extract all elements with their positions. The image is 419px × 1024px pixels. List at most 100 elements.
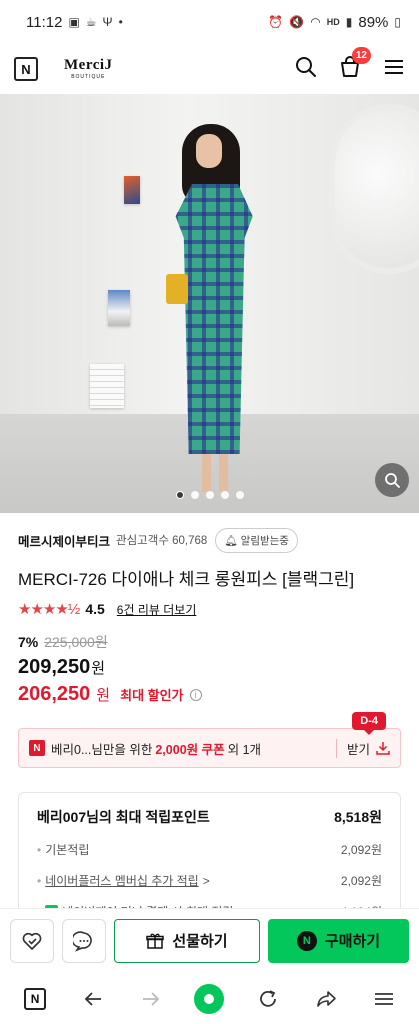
- top-navigation: N MerciJ BOUTIQUE 12: [0, 44, 419, 94]
- hd-icon: HD: [326, 17, 340, 27]
- brand-subtitle: BOUTIQUE: [71, 74, 106, 80]
- star-rating-icon: ★★★★½: [18, 601, 80, 618]
- notification-dot: •: [118, 15, 123, 29]
- sale-price: 209,250: [18, 656, 91, 678]
- chevron-right-icon: >: [202, 873, 210, 888]
- coupon-text-prefix: 베리0...님만을 위한: [51, 742, 153, 757]
- points-row-label: 네이버플러스 멤버십 추가 적립: [45, 874, 199, 888]
- browser-home-button[interactable]: N: [18, 982, 52, 1016]
- search-icon[interactable]: [295, 56, 317, 83]
- naver-pay-icon: N: [296, 930, 317, 951]
- max-discount-label: 최대 할인가: [120, 688, 184, 703]
- talk-button[interactable]: [62, 918, 106, 963]
- mute-icon: 🔇: [289, 15, 305, 29]
- browser-menu-button[interactable]: [367, 982, 401, 1016]
- photo-postcard: [90, 364, 124, 408]
- model-legs: [200, 454, 230, 494]
- naver-home-button[interactable]: N: [14, 57, 38, 81]
- favorite-customers-count: 60,768: [172, 535, 208, 547]
- points-header: 베리007님의 최대 적립포인트 8,518원: [37, 807, 382, 827]
- favorite-customers-label: 관심고객수: [116, 535, 169, 547]
- purchase-action-bar: 선물하기 N 구매하기: [0, 908, 419, 972]
- coupon-banner[interactable]: D-4 N 베리0...님만을 위한 2,000원 쿠폰 외 1개 받기: [18, 712, 401, 768]
- coffee-notification-icon: ☕: [85, 15, 97, 29]
- sale-price-row: 209,250 원: [0, 652, 419, 679]
- menu-icon[interactable]: [383, 56, 405, 83]
- gift-button[interactable]: 선물하기: [114, 918, 260, 963]
- cart-button[interactable]: 12: [339, 46, 371, 83]
- model-face: [196, 134, 222, 168]
- browser-toolbar: N: [0, 974, 419, 1024]
- dday-badge: D-4: [352, 712, 386, 735]
- bullet-icon: •: [37, 842, 42, 857]
- battery-icon: ▯: [394, 15, 401, 29]
- store-logo[interactable]: MerciJ BOUTIQUE: [64, 58, 113, 80]
- naver-icon: N: [24, 988, 47, 1010]
- photo-postcard: [124, 176, 140, 204]
- refresh-button[interactable]: [251, 982, 285, 1016]
- status-bar: 11:12 ▣ ☕ Ψ • ⏰ 🔇 ◠ HD ▮ 89% ▯: [0, 0, 419, 44]
- points-title: 베리007님의 최대 적립포인트: [37, 809, 210, 825]
- photo-round-mirror: [329, 104, 419, 274]
- favorite-customers: 관심고객수 60,768: [116, 532, 207, 548]
- buy-button[interactable]: N 구매하기: [268, 918, 409, 963]
- check-dress: [175, 184, 253, 454]
- gallery-dot[interactable]: [220, 491, 229, 499]
- discount-percent: 7%: [18, 634, 39, 650]
- points-row: • 네이버플러스 멤버십 추가 적립 > 2,092원: [37, 872, 382, 889]
- gallery-dot[interactable]: [205, 491, 214, 499]
- store-info: 메르시제이부티크 관심고객수 60,768 🔔︎ 알림받는중: [0, 513, 419, 553]
- green-dot-button[interactable]: [192, 982, 226, 1016]
- rating-row: ★★★★½ 4.5 6건 리뷰 더보기: [0, 590, 419, 618]
- points-row-label: 기본적립: [45, 843, 90, 857]
- coupon-receive-label: 받기: [346, 742, 370, 757]
- discount-row: 7% 225,000원: [0, 618, 419, 652]
- alarm-icon: ⏰: [268, 15, 284, 29]
- buy-button-label: 구매하기: [324, 933, 381, 950]
- share-arrow-icon: [316, 991, 336, 1007]
- arrow-right-icon: [143, 992, 160, 1006]
- forward-button[interactable]: [134, 982, 168, 1016]
- gift-icon: [146, 933, 165, 949]
- info-icon[interactable]: i: [189, 688, 202, 701]
- original-price: 225,000원: [44, 634, 108, 650]
- membership-points-link[interactable]: • 네이버플러스 멤버십 추가 적립 >: [37, 872, 210, 889]
- max-discount-row: 206,250 원 최대 할인가 i: [0, 679, 419, 706]
- zoom-icon: [385, 473, 400, 488]
- back-button[interactable]: [76, 982, 110, 1016]
- wifi-icon: ◠: [310, 15, 321, 29]
- gallery-dot[interactable]: [235, 491, 244, 499]
- points-row: • 기본적립 2,092원: [37, 841, 382, 858]
- wishlist-button[interactable]: [10, 918, 54, 963]
- product-title: MERCI-726 다이애나 체크 롱원피스 [블랙그린]: [18, 570, 355, 589]
- coupon-amount: 2,000원 쿠폰: [155, 742, 225, 757]
- heart-check-icon: [22, 932, 42, 950]
- chat-bubble-icon: [73, 930, 92, 952]
- alarm-subscribe-button[interactable]: 🔔︎ 알림받는중: [215, 527, 298, 553]
- refresh-icon: [259, 990, 276, 1007]
- store-name[interactable]: 메르시제이부티크: [18, 531, 110, 550]
- arrow-left-icon: [84, 992, 102, 1006]
- photo-postcard: [108, 290, 130, 326]
- points-total: 8,518원: [334, 809, 382, 825]
- product-image-gallery[interactable]: [0, 94, 419, 513]
- reviews-link[interactable]: 6건 리뷰 더보기: [117, 601, 197, 618]
- zoom-button[interactable]: [375, 463, 409, 497]
- green-dot-icon: [194, 984, 225, 1014]
- gallery-pagination: [0, 491, 419, 499]
- brand-name: MerciJ: [64, 57, 113, 73]
- coupon-receive-button[interactable]: 받기: [335, 738, 390, 758]
- antenna-notification-icon: Ψ: [102, 15, 113, 29]
- gallery-dot[interactable]: [175, 491, 184, 499]
- bullet-icon: •: [37, 873, 42, 888]
- menu-icon: [374, 993, 393, 1005]
- status-time: 11:12: [26, 13, 63, 31]
- yellow-bag: [166, 274, 188, 304]
- gallery-dot[interactable]: [190, 491, 199, 499]
- signal-icon: ▮: [345, 15, 353, 29]
- max-discount-price: 206,250: [18, 683, 91, 705]
- model-figure: [160, 124, 270, 504]
- coupon-suffix: 외 1개: [227, 742, 262, 757]
- bell-check-icon: 🔔︎: [224, 534, 238, 547]
- share-button[interactable]: [309, 982, 343, 1016]
